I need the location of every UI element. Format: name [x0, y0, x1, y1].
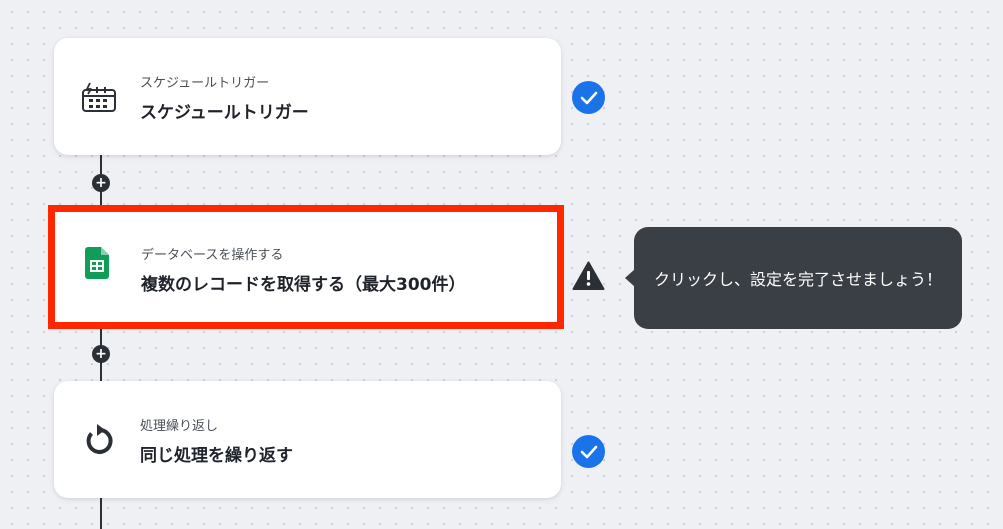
completed-check-icon	[572, 435, 605, 468]
step-subtitle: スケジュールトリガー	[140, 76, 270, 91]
step-card-schedule-trigger[interactable]: スケジュールトリガー スケジュールトリガー	[54, 38, 561, 155]
tooltip-text: クリックし、設定を完了させましょう！	[653, 270, 942, 289]
step-card-database-operation[interactable]: データベースを操作する 複数のレコードを取得する（最大300件）	[48, 205, 564, 329]
completed-check-icon	[572, 81, 605, 114]
warning-icon	[572, 261, 605, 291]
google-sheets-icon	[78, 244, 116, 282]
step-subtitle: 処理繰り返し	[140, 419, 219, 434]
step-title: スケジュールトリガー	[140, 103, 309, 123]
flow-connector-line	[100, 498, 102, 529]
calendar-clock-icon	[80, 78, 118, 116]
setup-hint-tooltip: クリックし、設定を完了させましょう！	[625, 227, 962, 329]
add-step-button[interactable]: +	[92, 174, 110, 192]
step-title: 複数のレコードを取得する（最大300件）	[141, 275, 466, 295]
add-step-button[interactable]: +	[92, 345, 110, 363]
loop-icon	[80, 421, 118, 459]
step-card-loop[interactable]: 処理繰り返し 同じ処理を繰り返す	[54, 381, 561, 498]
step-subtitle: データベースを操作する	[141, 248, 284, 263]
step-title: 同じ処理を繰り返す	[140, 446, 293, 466]
